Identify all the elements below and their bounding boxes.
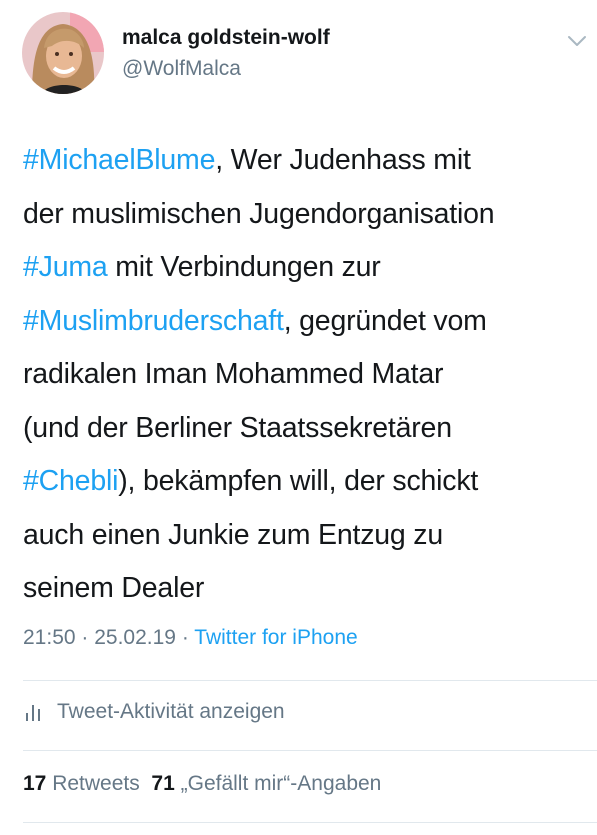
display-name[interactable]: malca goldstein-wolf [122,26,330,50]
likes-count: 71 [151,772,175,795]
divider [23,680,597,681]
tweet-text-line: seinem Dealer [23,562,588,616]
chevron-down-icon[interactable] [567,34,587,48]
retweets-stat[interactable]: 17 Retweets [23,772,140,795]
tweet-stats: 17 Retweets 71 „Gefällt mir“-Angaben [23,772,381,796]
tweet-text-line: radikalen Iman Mohammed Matar [23,348,588,402]
tweet-text-line: der muslimischen Jugendorganisation [23,188,588,242]
likes-label: „Gefällt mir“-Angaben [180,772,382,795]
tweet-text-segment: mit Verbindungen zur [107,251,381,283]
tweet-text-segment: seinem Dealer [23,572,205,604]
tweet-text-segment: , gegründet vom [283,304,487,337]
tweet-text-line: #Chebli), bekämpfen will, der schickt [23,455,588,509]
tweet-text-line: auch einen Junkie zum Entzug zu [23,509,588,563]
tweet-source-link[interactable]: Twitter for iPhone [194,626,357,649]
likes-stat[interactable]: 71 „Gefällt mir“-Angaben [151,772,381,795]
tweet-activity-button[interactable]: Tweet-Aktivität anzeigen [23,700,285,724]
tweet-text: #MichaelBlume, Wer Judenhass mit der musl… [23,134,588,616]
hashtag-link[interactable]: #Muslimbruderschaft [23,305,284,337]
tweet-text-segment: der muslimischen Jugendorganisation [23,197,495,230]
retweets-label: Retweets [52,772,140,795]
tweet-text-line: #Muslimbruderschaft, gegründet vom [23,295,588,349]
user-handle[interactable]: @WolfMalca [122,57,241,81]
tweet-text-line: (und der Berliner Staatssekretären [23,402,588,456]
tweet-time: 21:50 [23,626,76,649]
tweet-text-segment: , Wer Judenhass mit [215,144,471,176]
tweet-text-line: #MichaelBlume, Wer Judenhass mit [23,134,588,188]
bar-chart-icon [23,702,43,722]
tweet-activity-label: Tweet-Aktivität anzeigen [57,700,285,723]
hashtag-link[interactable]: #Juma [23,251,108,283]
tweet-text-segment: (und der Berliner Staatssekretären [23,411,452,444]
tweet-text-line: #Juma mit Verbindungen zur [23,241,588,295]
hashtag-link[interactable]: #MichaelBlume [23,144,215,176]
tweet-text-segment: auch einen Junkie zum Entzug zu [23,518,443,551]
divider [23,822,597,823]
meta-separator: · [175,626,195,649]
hashtag-link[interactable]: #Chebli [23,465,118,497]
meta-separator: · [75,626,95,649]
divider [23,750,597,751]
avatar[interactable] [22,12,104,94]
tweet-header: malca goldstein-wolf @WolfMalca [0,0,597,110]
tweet-date: 25.02.19 [94,626,176,649]
tweet-text-segment: radikalen Iman Mohammed Matar [23,358,444,390]
tweet-meta: 21:50 · 25.02.19 · Twitter for iPhone [23,626,358,650]
tweet-text-segment: ), bekämpfen will, der schickt [118,465,479,497]
retweets-count: 17 [23,772,47,795]
